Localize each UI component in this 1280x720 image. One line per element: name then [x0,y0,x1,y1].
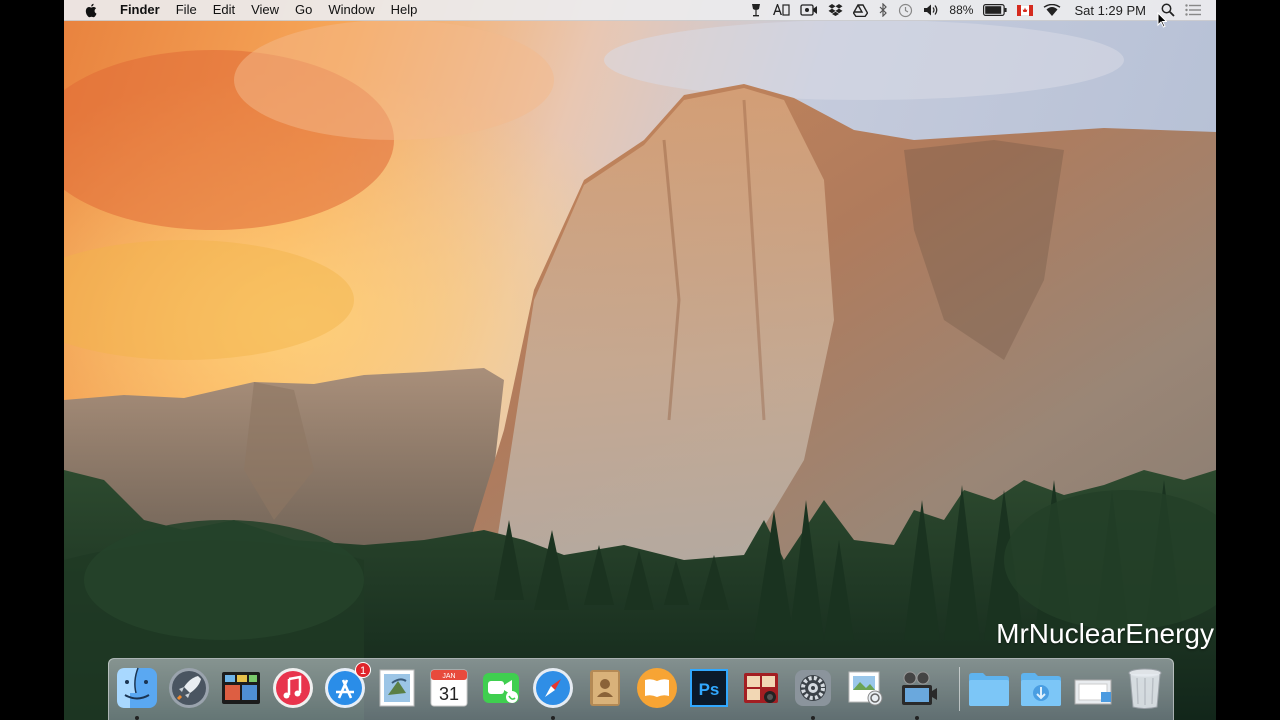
calendar-month: JAN [442,673,455,680]
dock-ibooks[interactable] [635,666,679,710]
dock-calendar[interactable]: JAN 31 [427,666,471,710]
photoshop-label: Ps [699,680,720,699]
dock-documents-stack[interactable] [1071,666,1115,710]
menu-help[interactable]: Help [383,0,426,20]
contacts-book-icon [590,670,620,706]
wallpaper-el-capitan [64,0,1216,720]
wifi-icon[interactable] [1038,0,1066,20]
status-area: 88% Sat 1:29 PM [745,0,1216,20]
menu-edit[interactable]: Edit [205,0,243,20]
dock-itunes[interactable] [271,666,315,710]
dock-photo-booth[interactable] [739,666,783,710]
dock-contacts[interactable] [583,666,627,710]
battery-percent[interactable]: 88% [944,0,978,20]
running-indicator [135,716,139,720]
watermark: MrNuclearEnergy [996,618,1214,649]
safari-compass-icon [533,668,573,708]
dock-separator [959,667,960,711]
dock-applications-folder[interactable] [967,666,1011,710]
mission-control-icon [222,672,260,704]
dock-system-preferences[interactable] [791,666,835,720]
dock-trash[interactable] [1123,666,1167,710]
downloads-folder-icon [1021,673,1061,706]
time-machine-icon[interactable] [893,0,918,20]
dock-imovie[interactable] [895,666,939,720]
trash-icon [1128,668,1162,709]
menu-clock[interactable]: Sat 1:29 PM [1066,0,1156,20]
dock-facetime[interactable] [479,666,523,710]
wine-glass-icon[interactable] [745,0,767,20]
battery-icon[interactable] [978,0,1012,20]
running-indicator [811,716,815,720]
dock-preview[interactable] [843,666,887,710]
preview-icon [848,671,883,706]
system-preferences-gear-icon [795,670,831,706]
imovie-camera-icon [902,671,937,705]
menu-go[interactable]: Go [287,0,320,20]
dropbox-icon[interactable] [823,0,848,20]
ibooks-icon [637,668,677,708]
folder-icon [969,673,1009,706]
dock-mail-stamp[interactable] [375,666,419,710]
facetime-camera-icon [483,673,519,703]
photoshop-icon: Ps [690,669,728,707]
calendar-day: 31 [439,684,459,704]
app-store-update-badge: 1 [355,662,371,678]
menu-window[interactable]: Window [320,0,382,20]
calendar-icon: JAN 31 [430,669,468,707]
dock-mission-control[interactable] [219,666,263,710]
dock-photoshop[interactable]: Ps [687,666,731,710]
dock-safari[interactable] [531,666,575,720]
document-stack-icon [1074,679,1112,705]
menu-file[interactable]: File [168,0,205,20]
dock-finder[interactable] [115,666,159,720]
desktop[interactable]: Finder File Edit View Go Window Help 88%… [64,0,1216,720]
photo-booth-icon [744,673,778,703]
notification-center-icon[interactable] [1180,0,1206,20]
google-drive-icon[interactable] [848,0,873,20]
menu-view[interactable]: View [243,0,287,20]
volume-icon[interactable] [918,0,944,20]
apple-menu-icon[interactable] [80,3,100,18]
dock-launchpad[interactable] [167,666,211,710]
bluetooth-icon[interactable] [873,0,893,20]
finder-icon [117,667,157,708]
text-tool-icon[interactable] [767,0,795,20]
menu-bar: Finder File Edit View Go Window Help 88%… [64,0,1216,21]
running-indicator [915,716,919,720]
dock-app-store[interactable]: 1 [323,662,371,710]
video-camera-icon[interactable] [795,0,823,20]
dock: 1 JAN 31 Ps [108,658,1174,720]
running-indicator [551,716,555,720]
mail-stamp-icon [379,669,415,707]
launchpad-rocket-icon [169,668,209,708]
mouse-cursor-icon [1157,11,1168,33]
menu-finder[interactable]: Finder [114,0,168,20]
dock-downloads-folder[interactable] [1019,666,1063,710]
itunes-music-note-icon [273,668,313,708]
input-source-canada-flag-icon[interactable] [1012,0,1038,20]
